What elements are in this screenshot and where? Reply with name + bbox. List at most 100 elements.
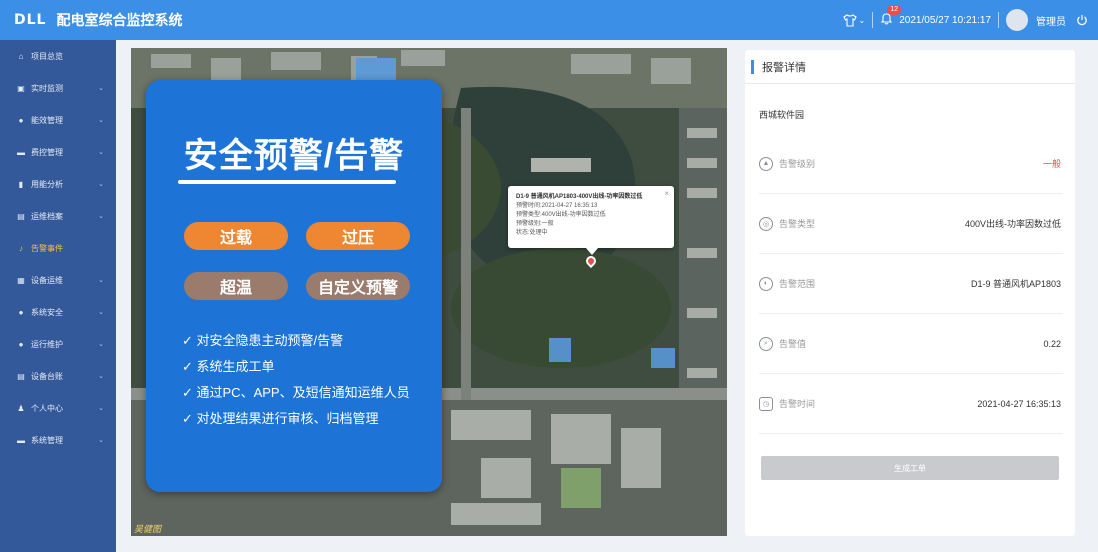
power-icon[interactable] — [1076, 14, 1088, 26]
sidebar-item-label: 个人中心 — [31, 403, 63, 413]
detail-label: 告警级别 — [779, 159, 816, 169]
popup-line: 预警级别:一般 — [516, 221, 554, 227]
feature-item: ✓ 系统生成工单 — [182, 359, 275, 374]
monitor-icon: ▣ — [17, 83, 25, 93]
alarm-detail-panel: 报警详情 西城软件园 ▲ 告警级别 一般 ◎ 告警类型 400V出线-功率因数过… — [745, 50, 1075, 536]
range-icon: ◐ — [759, 276, 773, 291]
archive-icon: ▤ — [17, 211, 25, 221]
location-icon: ● — [18, 339, 24, 349]
sidebar-item[interactable]: ▬ 费控管理 ⌄ — [0, 136, 116, 168]
chevron-down-icon: ⌄ — [98, 181, 104, 188]
sidebar-item-label: 系统管理 — [31, 435, 63, 445]
energy-icon: ● — [18, 115, 24, 125]
sidebar-item[interactable]: ▤ 运维档案 ⌄ — [0, 200, 116, 232]
detail-row-level: ▲ 告警级别 一般 — [759, 134, 1063, 194]
popup-title: D1-9 普通风机AP1803-400V出线-功率因数过低 — [516, 194, 643, 200]
promo-title: 安全预警/告警 — [183, 137, 405, 175]
feature-item: ✓ 对处理结果进行审核、归档管理 — [182, 411, 379, 426]
alarm-popup[interactable]: × D1-9 普通风机AP1803-400V出线-功率因数过低 预警时间:202… — [508, 186, 674, 248]
detail-header: 报警详情 — [745, 50, 1075, 84]
sidebar-item[interactable]: ⌂ 项目总览 — [0, 40, 116, 72]
promo-underline — [178, 180, 396, 184]
detail-label: 告警值 — [779, 339, 807, 349]
sidebar-item-label: 设备台账 — [31, 371, 63, 381]
sidebar-item[interactable]: ▬ 系统管理 ⌄ — [0, 424, 116, 456]
feature-item: ✓ 通过PC、APP、及短信通知运维人员 — [182, 385, 410, 400]
popup-line: 状态:处理中 — [516, 230, 548, 236]
detail-row-value: ⌕ 告警值 0.22 — [759, 314, 1063, 374]
user-icon: ♟ — [17, 403, 25, 413]
sidebar-item[interactable]: ▣ 实时监测 ⌄ — [0, 72, 116, 104]
sidebar-item-label: 实时监测 — [31, 83, 63, 93]
tag-overtemp: 超温 — [184, 272, 288, 300]
tag-custom-alert: 自定义预警 — [306, 272, 410, 300]
notification-bell[interactable]: 12 — [880, 5, 902, 28]
notification-badge: 12 — [887, 5, 902, 15]
user-name[interactable]: 管理员 — [1036, 13, 1066, 28]
popup-line: 预警时间:2021-04-27 16:35:13 — [516, 203, 598, 209]
sidebar-item[interactable]: ● 运行维护 ⌄ — [0, 328, 116, 360]
feature-item: ✓ 对安全隐患主动预警/告警 — [182, 333, 344, 348]
sidebar-item[interactable]: ▦ 设备运维 ⌄ — [0, 264, 116, 296]
detail-label: 告警范围 — [779, 279, 816, 289]
tag-overload: 过载 — [184, 222, 288, 250]
detail-value: 0.22 — [1043, 338, 1061, 349]
app-title: 配电室综合监控系统 — [56, 12, 183, 28]
detail-row-type: ◎ 告警类型 400V出线-功率因数过低 — [759, 194, 1063, 254]
header-actions: ⌄ 12 2021/05/27 10:21:17 管理员 — [842, 0, 1088, 40]
generate-work-order-button[interactable]: 生成工单 — [761, 456, 1059, 480]
detail-label: 告警时间 — [779, 399, 816, 409]
sidebar-item-label: 运行维护 — [31, 339, 63, 349]
location-name: 西城软件园 — [759, 110, 805, 120]
sidebar-item[interactable]: ● 系统安全 ⌄ — [0, 296, 116, 328]
avatar[interactable] — [1006, 9, 1028, 31]
app-root: DLL 配电室综合监控系统 ⌄ 12 2021/05/27 10:21:17 管… — [0, 0, 1098, 552]
sidebar-item[interactable]: ♟ 个人中心 ⌄ — [0, 392, 116, 424]
detail-value: 2021-04-27 16:35:13 — [977, 398, 1061, 409]
chevron-down-icon[interactable]: ⌄ — [859, 16, 866, 25]
time-icon: ◷ — [759, 396, 773, 411]
detail-row-time: ◷ 告警时间 2021-04-27 16:35:13 — [759, 374, 1063, 434]
sidebar-item-label: 设备运维 — [31, 275, 63, 285]
ledger-icon: ▤ — [17, 371, 25, 381]
chevron-down-icon: ⌄ — [98, 341, 104, 348]
sidebar-item[interactable]: ● 能效管理 ⌄ — [0, 104, 116, 136]
sidebar-item-label: 用能分析 — [31, 179, 63, 189]
chevron-down-icon: ⌄ — [98, 309, 104, 316]
sidebar-item-label: 告警事件 — [31, 243, 63, 253]
chevron-down-icon: ⌄ — [98, 85, 104, 92]
header-divider — [998, 12, 999, 28]
bell-icon: ♪ — [19, 243, 23, 253]
popup-pointer — [586, 248, 598, 255]
map-watermark: 吴健图 — [134, 524, 162, 534]
detail-value: 一般 — [1042, 159, 1061, 169]
chevron-down-icon: ⌄ — [98, 117, 104, 124]
theme-shirt-icon[interactable] — [842, 13, 857, 27]
header-datetime: 2021/05/27 10:21:17 — [899, 14, 991, 26]
sidebar-item-label: 费控管理 — [31, 147, 63, 157]
detail-row-range: ◐ 告警范围 D1-9 普通风机AP1803 — [759, 254, 1063, 314]
screen-icon: ▬ — [17, 435, 25, 445]
sidebar-item-label: 能效管理 — [31, 115, 63, 125]
chevron-down-icon: ⌄ — [98, 149, 104, 156]
detail-value: D1-9 普通风机AP1803 — [970, 279, 1061, 289]
header-divider — [872, 12, 874, 28]
sidebar-item[interactable]: ▮ 用能分析 ⌄ — [0, 168, 116, 200]
chevron-down-icon: ⌄ — [98, 277, 104, 284]
sidebar-item-label: 系统安全 — [31, 307, 63, 317]
chevron-down-icon: ⌄ — [98, 373, 104, 380]
home-icon: ⌂ — [18, 51, 24, 61]
sidebar-item[interactable]: ▤ 设备台账 ⌄ — [0, 360, 116, 392]
promo-card: 安全预警/告警 过载 过压 超温 自定义预警 ✓ 对安全隐患主动预警/告警 ✓ … — [146, 80, 442, 492]
detail-value: 400V出线-功率因数过低 — [964, 219, 1061, 229]
detail-label: 告警类型 — [779, 219, 816, 229]
fee-icon: ▬ — [17, 147, 25, 157]
tag-overvoltage: 过压 — [306, 222, 410, 250]
sidebar-item[interactable]: ♪ 告警事件 — [0, 232, 116, 264]
chevron-down-icon: ⌄ — [98, 213, 104, 220]
chevron-down-icon: ⌄ — [98, 405, 104, 412]
sidebar-item-label: 项目总览 — [31, 51, 63, 61]
level-icon: ▲ — [759, 156, 773, 171]
close-icon[interactable]: × — [664, 189, 669, 198]
detail-title: 报警详情 — [762, 61, 806, 74]
